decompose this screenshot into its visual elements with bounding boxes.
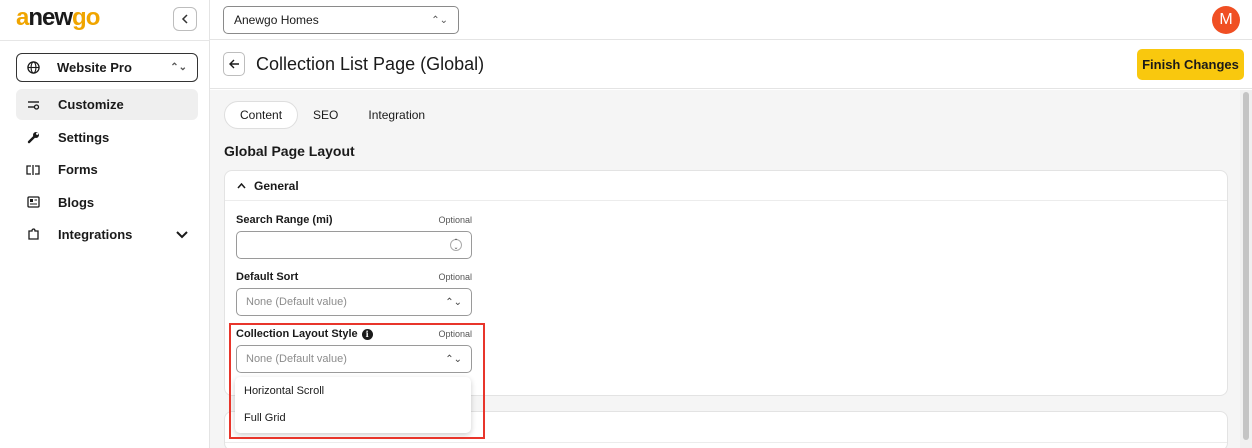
updown-chevron-icon: ⌃⌄ (170, 62, 187, 73)
sidebar-item-label: Integrations (58, 227, 133, 242)
default-sort-select[interactable]: None (Default value) ⌃⌄ (236, 288, 472, 316)
general-card-title: General (254, 178, 299, 193)
general-card-header[interactable]: General (225, 171, 1227, 201)
tab-bar: Content SEO Integration (224, 101, 440, 129)
sidebar-item-customize[interactable]: Customize (16, 89, 198, 120)
avatar[interactable]: M (1212, 6, 1240, 34)
field-label: Search Range (mi) (236, 214, 333, 226)
tab-content[interactable]: Content (224, 101, 299, 129)
page-header: Collection List Page (Global) Finish Cha… (210, 41, 1252, 89)
sidebar-nav: Customize Settings Forms Blogs Integrati… (16, 89, 198, 252)
site-selector-label: Website Pro (57, 60, 132, 75)
logo-new: new (28, 4, 73, 31)
sidebar-item-settings[interactable]: Settings (16, 122, 198, 153)
optional-label: Optional (438, 272, 472, 282)
sidebar-item-blogs[interactable]: Blogs (16, 187, 198, 218)
default-sort-field: Default Sort Optional None (Default valu… (236, 270, 472, 316)
sidebar: anewgo Website Pro ⌃⌄ Customize Settings (0, 0, 210, 448)
search-range-input[interactable]: ⌃ ⌄ (236, 231, 472, 259)
tab-seo[interactable]: SEO (298, 101, 353, 129)
sidebar-item-forms[interactable]: Forms (16, 154, 198, 185)
tenant-selector[interactable]: Anewgo Homes ⌃⌄ (223, 6, 459, 34)
back-button[interactable] (223, 52, 245, 76)
sidebar-item-label: Blogs (58, 194, 95, 210)
form-icon (26, 164, 40, 176)
logo-a: a (16, 4, 29, 31)
page-title: Collection List Page (Global) (256, 54, 485, 74)
arrow-left-icon (228, 59, 239, 69)
tenant-selector-label: Anewgo Homes (234, 13, 319, 27)
updown-chevron-icon: ⌃⌄ (445, 296, 462, 308)
field-label: Default Sort (236, 271, 299, 283)
anewgo-logo[interactable]: anewgo (16, 4, 100, 32)
search-range-field: Search Range (mi) Optional ⌃ ⌄ (236, 213, 472, 259)
globe-icon (27, 61, 41, 74)
wrench-icon (26, 131, 40, 144)
newspaper-icon (26, 196, 40, 208)
tab-integration[interactable]: Integration (353, 101, 440, 129)
sidebar-divider (0, 40, 210, 41)
scrollbar[interactable] (1240, 90, 1252, 448)
default-sort-placeholder: None (Default value) (246, 296, 347, 308)
puzzle-icon (26, 228, 40, 241)
collapse-sidebar-button[interactable] (173, 7, 197, 31)
logo-go: go (72, 4, 100, 31)
optional-label: Optional (438, 215, 472, 225)
chevron-up-icon (237, 180, 246, 192)
highlight-box (229, 323, 485, 439)
updown-chevron-icon: ⌃⌄ (431, 14, 448, 26)
section-title: Global Page Layout (224, 143, 355, 159)
sidebar-item-label: Forms (58, 162, 98, 177)
number-stepper-icon[interactable]: ⌃ ⌄ (450, 239, 462, 251)
sliders-icon (26, 99, 40, 110)
chevron-left-icon (181, 14, 188, 24)
sidebar-item-integrations[interactable]: Integrations (16, 219, 198, 250)
chevron-down-icon[interactable] (176, 230, 188, 239)
sidebar-item-label: Settings (58, 129, 110, 145)
top-bar: Anewgo Homes ⌃⌄ M (210, 0, 1252, 40)
scrollbar-thumb[interactable] (1243, 92, 1249, 440)
finish-changes-button[interactable]: Finish Changes (1137, 49, 1244, 80)
card-divider (225, 442, 1227, 443)
site-selector[interactable]: Website Pro ⌃⌄ (16, 53, 198, 82)
sidebar-item-label: Customize (58, 97, 124, 112)
